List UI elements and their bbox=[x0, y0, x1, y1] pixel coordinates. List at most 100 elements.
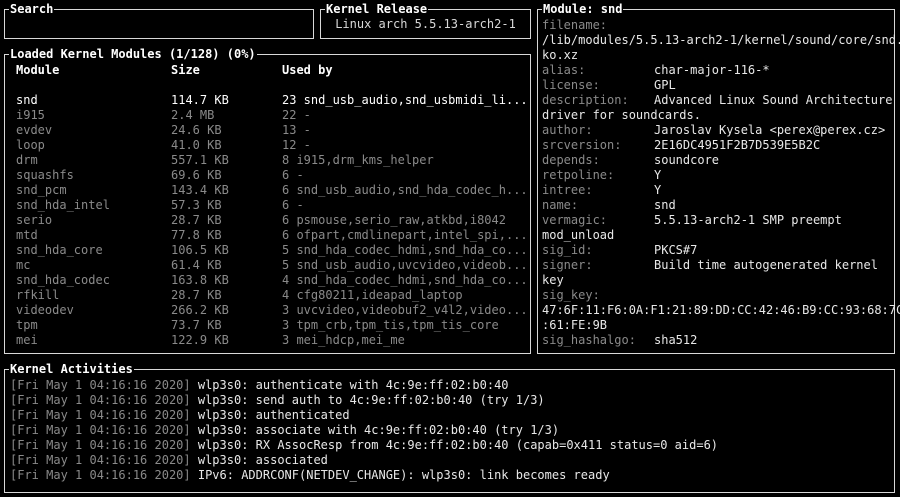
log-entry: [Fri May 1 04:16:16 2020] wlp3s0: send a… bbox=[10, 393, 545, 408]
key-author: author: bbox=[542, 123, 593, 137]
log-entry: [Fri May 1 04:16:16 2020] wlp3s0: authen… bbox=[10, 378, 509, 393]
header-size: Size bbox=[171, 63, 200, 77]
log-timestamp: [Fri May 1 04:16:16 2020] bbox=[10, 438, 191, 452]
module-size: 57.3 KB bbox=[171, 198, 222, 212]
module-size: 106.5 KB bbox=[171, 243, 229, 257]
module-size: 2.4 MB bbox=[171, 108, 215, 122]
log-entry: [Fri May 1 04:16:16 2020] wlp3s0: associ… bbox=[10, 423, 559, 438]
key-signer: signer: bbox=[542, 258, 593, 272]
module-size: 28.7 KB bbox=[171, 288, 222, 302]
module-size: 266.2 KB bbox=[171, 303, 229, 317]
search-input[interactable] bbox=[9, 18, 307, 34]
key-alias: alias: bbox=[542, 63, 586, 77]
module-name: squashfs bbox=[16, 168, 74, 182]
module-name: mei bbox=[16, 333, 38, 347]
log-message: IPv6: ADDRCONF(NETDEV_CHANGE): wlp3s0: l… bbox=[197, 468, 610, 482]
module-name: evdev bbox=[16, 123, 53, 137]
module-name: rfkill bbox=[16, 288, 60, 302]
module-info-title: Module: snd bbox=[542, 1, 624, 17]
module-used-by: 5 snd_hda_codec_hdmi,snd_hda_co... bbox=[282, 243, 528, 257]
module-name: videodev bbox=[16, 303, 74, 317]
log-message: wlp3s0: authenticate with 4c:9e:ff:02:b0… bbox=[197, 378, 509, 392]
log-message: wlp3s0: associated bbox=[197, 453, 328, 467]
module-used-by: 22 - bbox=[282, 108, 311, 122]
value-sig-hashalgo: sha512 bbox=[654, 333, 698, 347]
value-sig-id: PKCS#7 bbox=[654, 243, 698, 257]
log-timestamp: [Fri May 1 04:16:16 2020] bbox=[10, 453, 191, 467]
value-sig-key-l1: 47:6F:11:F6:0A:F1:21:89:DD:CC:42:46:B9:C… bbox=[542, 303, 900, 317]
value-intree: Y bbox=[654, 183, 662, 197]
module-name: snd bbox=[16, 93, 38, 107]
key-retpoline: retpoline: bbox=[542, 168, 615, 182]
module-used-by: 6 snd_usb_audio,snd_hda_codec_h... bbox=[282, 183, 528, 197]
module-size: 163.8 KB bbox=[171, 273, 229, 287]
log-message: wlp3s0: RX AssocResp from 4c:9e:ff:02:b0… bbox=[197, 438, 719, 452]
module-name: loop bbox=[16, 138, 45, 152]
module-used-by: 3 uvcvideo,videobuf2_v4l2,video... bbox=[282, 303, 528, 317]
value-author: Jaroslav Kysela <perex@perex.cz> bbox=[654, 123, 886, 137]
log-message: wlp3s0: send auth to 4c:9e:ff:02:b0:40 (… bbox=[197, 393, 545, 407]
value-alias: char-major-116-* bbox=[654, 63, 770, 77]
header-module: Module bbox=[16, 63, 60, 77]
log-entry: [Fri May 1 04:16:16 2020] IPv6: ADDRCONF… bbox=[10, 468, 610, 483]
module-used-by: 4 cfg80211,ideapad_laptop bbox=[282, 288, 463, 302]
log-timestamp: [Fri May 1 04:16:16 2020] bbox=[10, 378, 191, 392]
search-title: Search bbox=[9, 1, 55, 17]
module-size: 122.9 KB bbox=[171, 333, 229, 347]
module-used-by: 6 ofpart,cmdlinepart,intel_spi,... bbox=[282, 228, 528, 242]
module-size: 28.7 KB bbox=[171, 213, 222, 227]
header-used-by: Used by bbox=[282, 63, 333, 77]
log-entry: [Fri May 1 04:16:16 2020] wlp3s0: RX Ass… bbox=[10, 438, 718, 453]
value-vermagic: 5.5.13-arch2-1 SMP preempt bbox=[654, 213, 842, 227]
log-entry: [Fri May 1 04:16:16 2020] wlp3s0: authen… bbox=[10, 408, 350, 423]
log-message: wlp3s0: authenticated bbox=[197, 408, 350, 422]
value-srcversion: 2E16DC4951F2B7D539E5B2C bbox=[654, 138, 821, 152]
value-sig-key-l2: :61:FE:9B bbox=[542, 318, 608, 332]
key-filename: filename: bbox=[542, 18, 608, 32]
log-timestamp: [Fri May 1 04:16:16 2020] bbox=[10, 423, 191, 437]
module-size: 41.0 KB bbox=[171, 138, 222, 152]
module-used-by: 4 snd_hda_codec_hdmi,snd_hda_co... bbox=[282, 273, 528, 287]
log-message: wlp3s0: associate with 4c:9e:ff:02:b0:40… bbox=[197, 423, 560, 437]
module-used-by: 13 - bbox=[282, 123, 311, 137]
module-name: mtd bbox=[16, 228, 38, 242]
log-timestamp: [Fri May 1 04:16:16 2020] bbox=[10, 408, 191, 422]
value-description: Advanced Linux Sound Architecture bbox=[654, 93, 893, 107]
module-name: snd_hda_intel bbox=[16, 198, 110, 212]
module-size: 77.8 KB bbox=[171, 228, 222, 242]
kernel-release-title: Kernel Release bbox=[325, 1, 429, 17]
key-vermagic: vermagic: bbox=[542, 213, 608, 227]
module-size: 24.6 KB bbox=[171, 123, 222, 137]
module-size: 69.6 KB bbox=[171, 168, 222, 182]
module-used-by: 6 - bbox=[282, 168, 304, 182]
value-retpoline: Y bbox=[654, 168, 662, 182]
module-name: tpm bbox=[16, 318, 38, 332]
log-timestamp: [Fri May 1 04:16:16 2020] bbox=[10, 468, 191, 482]
module-used-by: 12 - bbox=[282, 138, 311, 152]
module-name: snd_hda_codec bbox=[16, 273, 110, 287]
value-filename-l2: ko.xz bbox=[542, 48, 579, 62]
modules-title: Loaded Kernel Modules (1/128) (0%) bbox=[9, 46, 257, 62]
key-intree: intree: bbox=[542, 183, 593, 197]
search-panel: Search bbox=[4, 1, 314, 39]
kernel-activities-title: Kernel Activities bbox=[9, 361, 134, 377]
kernel-activities-panel: Kernel Activities [Fri May 1 04:16:16 20… bbox=[4, 361, 895, 493]
value-filename-l1: /lib/modules/5.5.13-arch2-1/kernel/sound… bbox=[542, 33, 900, 47]
key-sig-key: sig_key: bbox=[542, 288, 600, 302]
key-description: description: bbox=[542, 93, 629, 107]
value-license: GPL bbox=[654, 78, 676, 92]
module-used-by: 6 - bbox=[282, 198, 304, 212]
module-name: snd_pcm bbox=[16, 183, 67, 197]
key-sig-hashalgo: sig_hashalgo: bbox=[542, 333, 636, 347]
value-signer-l2: key bbox=[542, 273, 564, 287]
value-signer: Build time autogenerated kernel bbox=[654, 258, 878, 272]
value-depends: soundcore bbox=[654, 153, 720, 167]
module-size: 143.4 KB bbox=[171, 183, 229, 197]
value-name: snd bbox=[654, 198, 676, 212]
key-sig-id: sig_id: bbox=[542, 243, 593, 257]
module-used-by: 3 tpm_crb,tpm_tis,tpm_tis_core bbox=[282, 318, 499, 332]
module-size: 73.7 KB bbox=[171, 318, 222, 332]
key-license: license: bbox=[542, 78, 600, 92]
module-name: i915 bbox=[16, 108, 45, 122]
kernel-release-value: Linux arch 5.5.13-arch2-1 bbox=[335, 17, 516, 31]
